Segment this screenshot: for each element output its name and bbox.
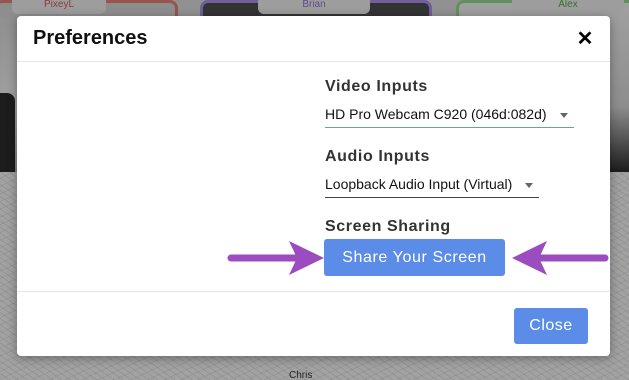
audio-input-value: Loopback Audio Input (Virtual)	[325, 176, 513, 192]
preferences-dialog: Preferences ✕ Video Inputs HD Pro Webcam…	[17, 16, 610, 356]
chevron-down-icon	[560, 113, 568, 118]
audio-inputs-label: Audio Inputs	[325, 148, 430, 165]
arrow-annotation-icon	[512, 241, 609, 275]
video-inputs-label: Video Inputs	[325, 78, 428, 95]
chevron-down-icon	[525, 183, 533, 188]
arrow-annotation-icon	[227, 241, 324, 275]
screen-sharing-label: Screen Sharing	[325, 218, 451, 235]
dialog-title: Preferences	[33, 27, 148, 49]
close-button[interactable]: Close	[514, 308, 588, 344]
audio-input-select[interactable]: Loopback Audio Input (Virtual)	[325, 172, 539, 198]
dialog-footer: Close	[17, 292, 610, 356]
video-input-select[interactable]: HD Pro Webcam C920 (046d:082d)	[325, 102, 574, 128]
share-screen-button[interactable]: Share Your Screen	[324, 239, 505, 276]
video-input-value: HD Pro Webcam C920 (046d:082d)	[325, 106, 547, 122]
dialog-header: Preferences ✕	[17, 16, 610, 62]
dialog-close-button[interactable]: ✕	[574, 28, 596, 50]
close-icon: ✕	[576, 28, 594, 50]
dialog-body: Video Inputs HD Pro Webcam C920 (046d:08…	[17, 62, 610, 292]
